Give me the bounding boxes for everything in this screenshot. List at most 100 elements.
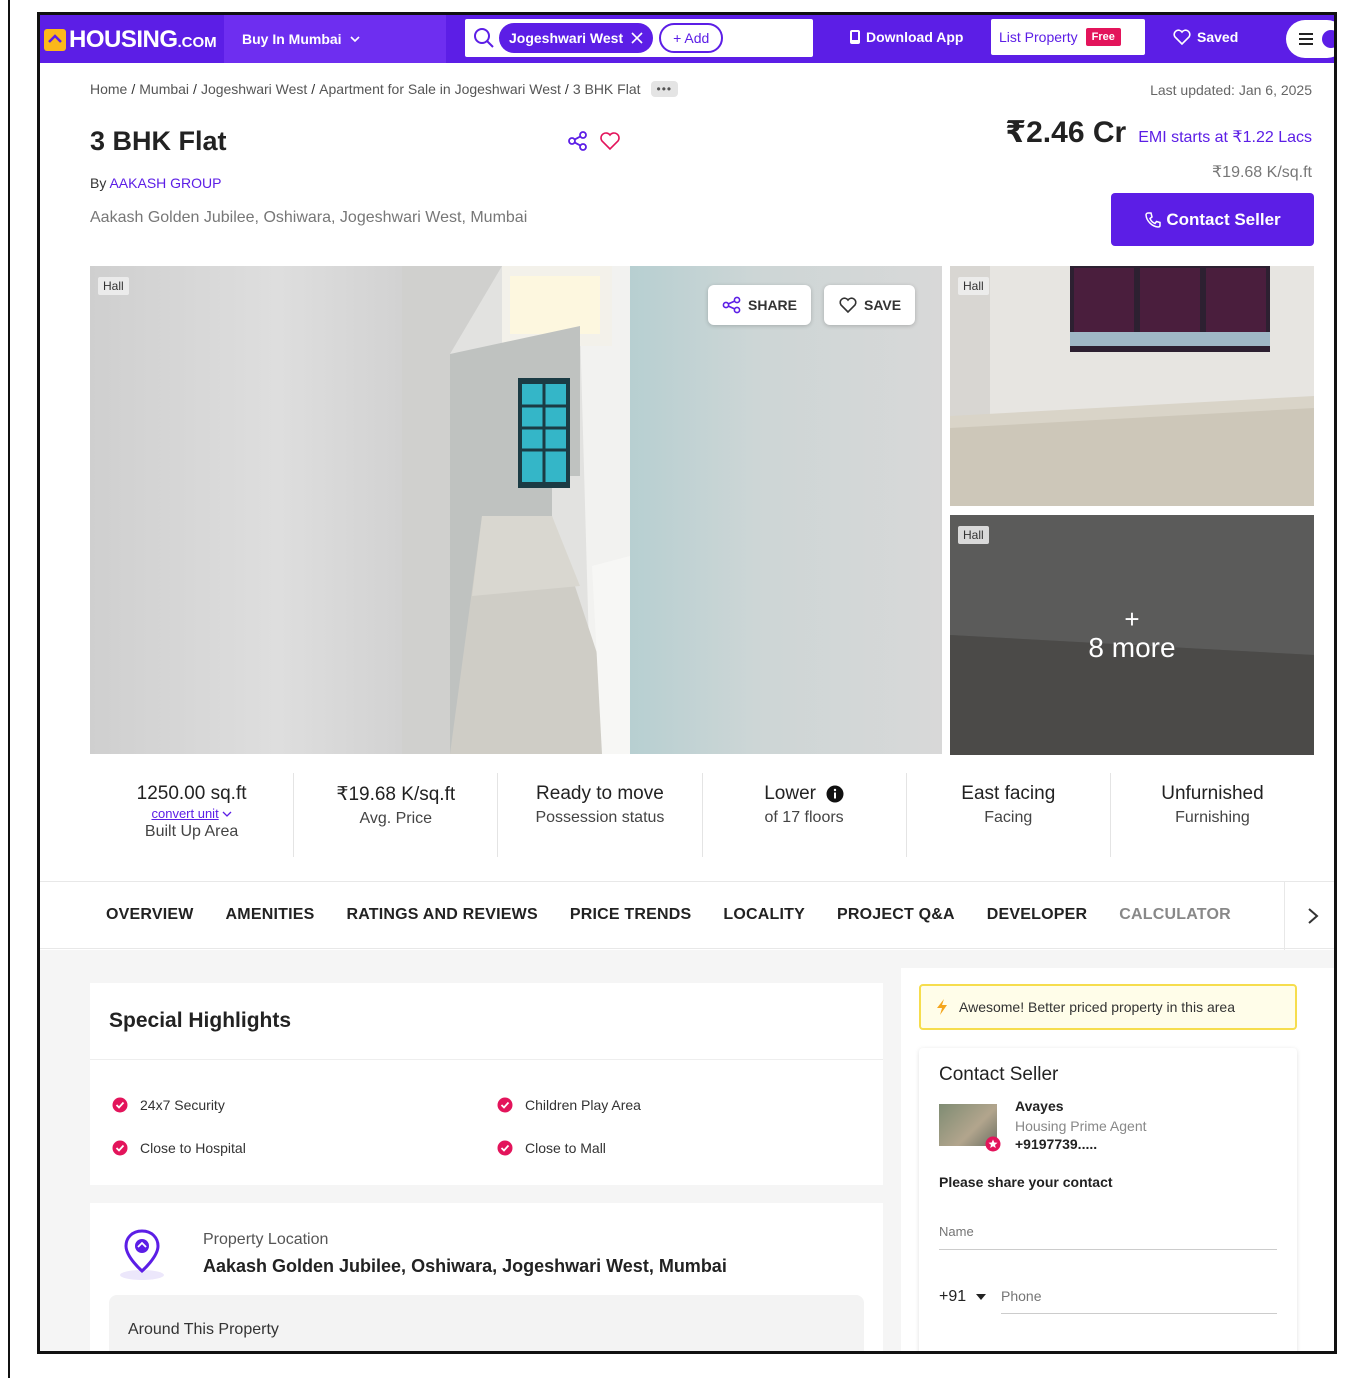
breadcrumb-home[interactable]: Home: [90, 81, 127, 97]
stat-value: Lower: [764, 783, 816, 804]
agent-phone: +9197739.....: [1015, 1136, 1098, 1152]
contact-seller-label: Contact Seller: [1166, 209, 1281, 229]
phone-field[interactable]: [1001, 1278, 1277, 1314]
stat-label: Avg. Price: [359, 810, 433, 827]
house-icon: [44, 29, 66, 51]
close-icon[interactable]: [631, 32, 643, 44]
title-actions: [567, 130, 621, 152]
check-circle-icon: [497, 1097, 513, 1113]
main-photo[interactable]: Hall SHARE SAVE: [90, 266, 942, 754]
phone-icon: [850, 30, 860, 44]
price-per-sqft: ₹19.68 K/sq.ft: [1211, 164, 1312, 181]
breadcrumb-city[interactable]: Mumbai: [139, 81, 189, 97]
search-bar[interactable]: Jogeshwari West + Add: [465, 19, 813, 57]
stat-furnishing: Unfurnished Furnishing: [1111, 773, 1314, 857]
breadcrumb-more-button[interactable]: •••: [650, 81, 679, 97]
list-property-button[interactable]: List Property Free: [991, 19, 1145, 55]
room-window-illustration: [950, 266, 1314, 506]
stat-possession: Ready to move Possession status: [498, 773, 703, 857]
stat-value: 1250.00 sq.ft: [136, 783, 247, 804]
contact-sidebar: Awesome! Better priced property in this …: [901, 968, 1334, 1351]
info-icon[interactable]: [826, 785, 844, 803]
top-header: HOUSING.COM Buy In Mumbai Jogeshwari Wes…: [40, 15, 1334, 63]
tab-developer[interactable]: DEVELOPER: [987, 906, 1088, 924]
share-icon: [722, 296, 741, 314]
stat-label: Facing: [984, 809, 1033, 826]
highlight-item: Close to Hospital: [112, 1140, 246, 1156]
gallery-save-button[interactable]: SAVE: [824, 285, 916, 325]
photo-blur-left: [90, 266, 402, 754]
contact-seller-button[interactable]: Contact Seller: [1111, 193, 1314, 246]
check-circle-icon: [112, 1140, 128, 1156]
more-photos-tile[interactable]: + 8 more Hall: [950, 515, 1314, 755]
highlight-item: 24x7 Security: [112, 1097, 225, 1113]
developer-byline: By AAKASH GROUP: [90, 175, 222, 191]
breadcrumb-category[interactable]: Apartment for Sale in Jogeshwari West: [319, 81, 561, 97]
city-menu-button[interactable]: Buy In Mumbai: [224, 15, 446, 63]
search-icon: [474, 28, 494, 48]
stat-value: ₹19.68 K/sq.ft: [336, 784, 456, 805]
property-stats: 1250.00 sq.ft convert unit Built Up Area…: [90, 773, 1314, 857]
tab-price-trends[interactable]: PRICE TRENDS: [570, 906, 692, 924]
price-row: ₹2.46 Cr EMI starts at ₹1.22 Lacs: [1005, 115, 1312, 150]
lightning-icon: [937, 999, 947, 1015]
saved-label: Saved: [1197, 29, 1239, 45]
account-menu-button[interactable]: [1286, 20, 1334, 58]
heart-icon[interactable]: [599, 130, 621, 152]
developer-link[interactable]: AAKASH GROUP: [109, 175, 221, 191]
side-photo-1[interactable]: Hall: [950, 266, 1314, 506]
add-locality-button[interactable]: + Add: [659, 23, 724, 53]
stat-label: Possession status: [535, 809, 665, 826]
tab-amenities[interactable]: AMENITIES: [226, 906, 315, 924]
agent-role: Housing Prime Agent: [1015, 1118, 1147, 1134]
tab-project-qa[interactable]: PROJECT Q&A: [837, 906, 955, 924]
more-photos-label: 8 more: [1088, 632, 1176, 663]
location-pin-icon: [120, 1229, 164, 1280]
tab-ratings[interactable]: RATINGS AND REVIEWS: [346, 906, 537, 924]
share-label: SHARE: [748, 297, 798, 313]
download-app-label: Download App: [866, 29, 964, 45]
search-chip-label: Jogeshwari West: [509, 30, 624, 46]
stat-avg-price: ₹19.68 K/sq.ft Avg. Price: [294, 773, 499, 857]
chevron-down-icon: [222, 811, 232, 817]
agent-name: Avayes: [1015, 1098, 1064, 1114]
window-frame-edge: [8, 0, 10, 1378]
heart-icon: [839, 297, 857, 314]
stat-label: Furnishing: [1175, 809, 1250, 826]
property-address: Aakash Golden Jubilee, Oshiwara, Jogeshw…: [90, 209, 528, 226]
emi-link[interactable]: EMI starts at ₹1.22 Lacs: [1138, 127, 1312, 147]
search-chip-locality[interactable]: Jogeshwari West: [499, 23, 654, 53]
tab-calculator[interactable]: CALCULATOR: [1119, 906, 1231, 924]
prime-badge-icon: [985, 1136, 1001, 1152]
saved-link[interactable]: Saved: [1173, 29, 1238, 45]
contact-card-title: Contact Seller: [939, 1064, 1059, 1085]
around-property-section[interactable]: Around This Property: [109, 1295, 864, 1351]
free-badge: Free: [1085, 28, 1121, 46]
tab-locality[interactable]: LOCALITY: [723, 906, 805, 924]
page-title: 3 BHK Flat: [90, 126, 227, 156]
around-property-label: Around This Property: [128, 1321, 279, 1338]
location-label: Property Location: [203, 1231, 329, 1248]
tab-overview[interactable]: OVERVIEW: [106, 906, 194, 924]
more-photos-overlay[interactable]: + 8 more: [950, 515, 1314, 755]
name-field[interactable]: [939, 1214, 1277, 1250]
country-code-select[interactable]: +91: [939, 1288, 987, 1306]
special-highlights-card: Special Highlights 24x7 Security Childre…: [90, 983, 883, 1185]
gallery-share-button[interactable]: SHARE: [708, 285, 812, 325]
price-insight-text: Awesome! Better priced property in this …: [959, 999, 1235, 1015]
housing-logo[interactable]: HOUSING.COM: [44, 26, 217, 54]
breadcrumb-locality[interactable]: Jogeshwari West: [201, 81, 307, 97]
by-label: By: [90, 175, 107, 191]
property-location-card: Property Location Aakash Golden Jubilee,…: [90, 1203, 883, 1351]
tabs-next-button[interactable]: [1284, 882, 1334, 950]
location-value: Aakash Golden Jubilee, Oshiwara, Jogeshw…: [203, 1256, 727, 1276]
download-app-link[interactable]: Download App: [848, 29, 963, 45]
price-insight-banner: Awesome! Better priced property in this …: [919, 984, 1297, 1030]
heart-icon: [1173, 29, 1191, 45]
convert-unit-link[interactable]: convert unit: [151, 806, 232, 821]
breadcrumb-current: 3 BHK Flat: [572, 81, 641, 97]
share-icon[interactable]: [567, 130, 589, 152]
country-code-value: +91: [939, 1288, 967, 1305]
stat-label: of 17 floors: [764, 809, 844, 826]
stat-value: East facing: [961, 783, 1056, 804]
